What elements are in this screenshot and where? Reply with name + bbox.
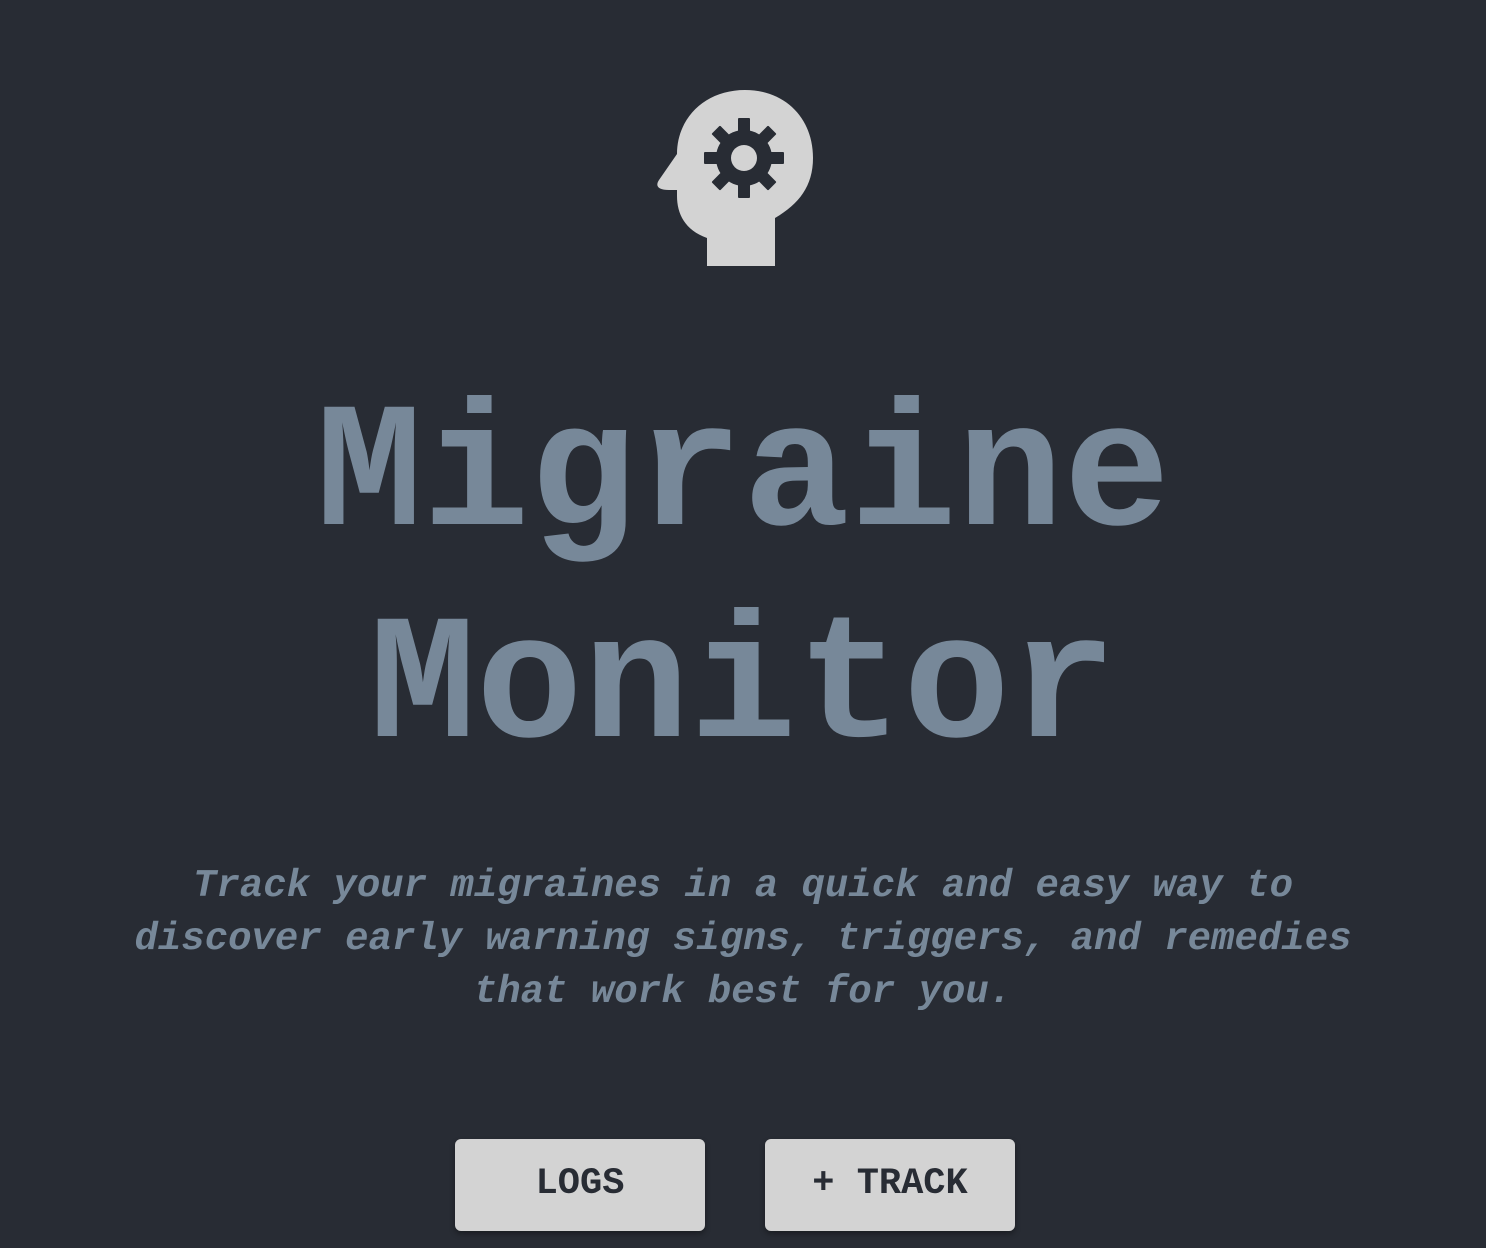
tagline-line-1: Track your migraines in a quick and easy… (193, 864, 1293, 908)
tagline-line-3: that work best for you. (473, 970, 1013, 1014)
track-button-label: + TRACK (812, 1163, 968, 1205)
tagline: Track your migraines in a quick and easy… (0, 860, 1486, 1019)
app-title-line-1: Migraine (315, 377, 1171, 578)
tagline-line-2: discover early warning signs, triggers, … (134, 917, 1352, 961)
app-title: Migraine Monitor (0, 372, 1486, 796)
logs-button-label: LOGS (535, 1163, 625, 1205)
app-title-line-2: Monitor (369, 589, 1117, 790)
landing-page: Migraine Monitor Track your migraines in… (0, 0, 1486, 1248)
head-with-gear-icon (657, 90, 813, 266)
track-button[interactable]: + TRACK (765, 1139, 1015, 1231)
logs-button[interactable]: LOGS (455, 1139, 705, 1231)
action-buttons: LOGS + TRACK (0, 1139, 1486, 1231)
